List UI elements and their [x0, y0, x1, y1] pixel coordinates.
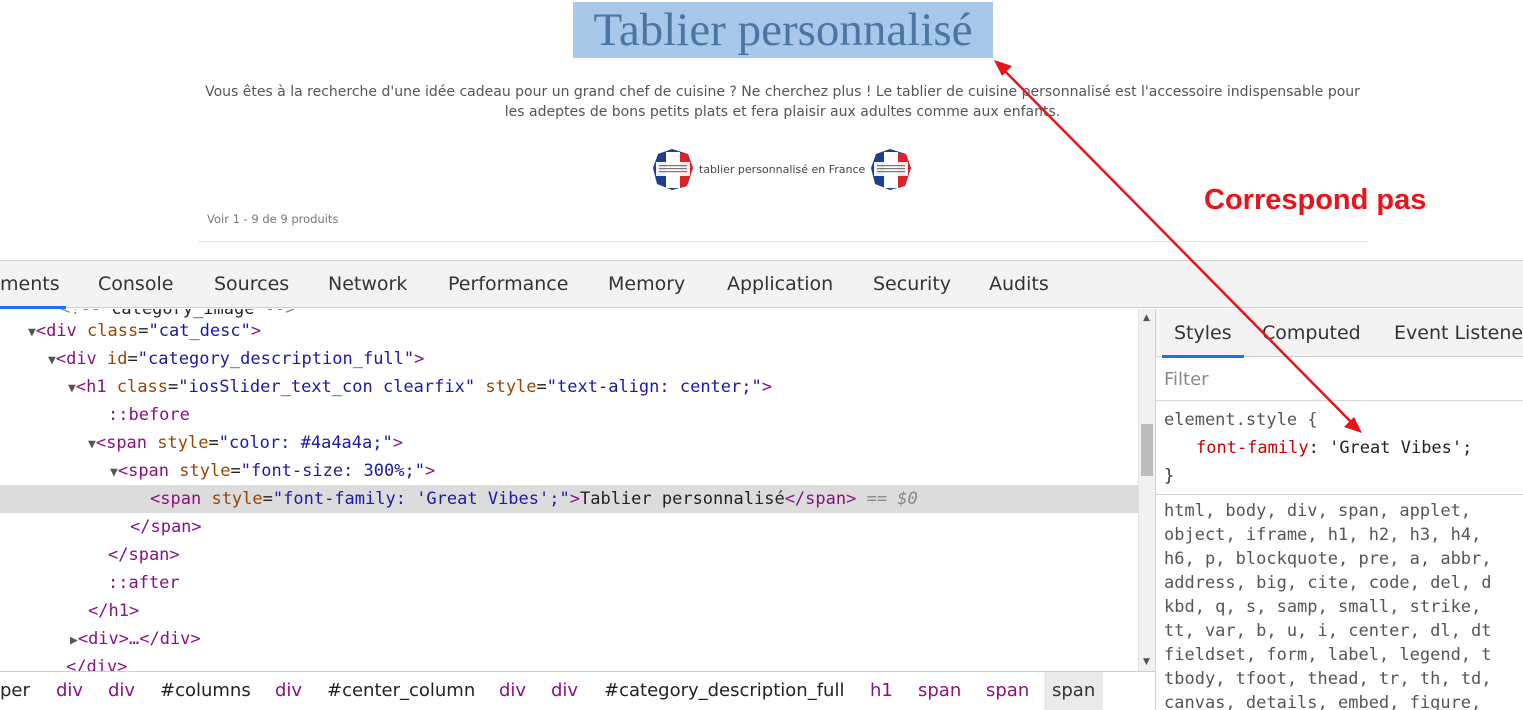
breadcrumb-item[interactable]: span — [986, 672, 1029, 710]
tab-sources[interactable]: Sources — [214, 261, 289, 308]
breadcrumb-item-active[interactable]: span — [1044, 672, 1104, 710]
collapse-triangle-icon[interactable]: ▶ — [70, 633, 78, 648]
selector-line: address, big, cite, code, del, d — [1164, 573, 1492, 593]
divider — [198, 241, 1368, 242]
dom-line-after[interactable]: ::after — [0, 569, 1138, 597]
rule-selector: element.style { — [1164, 410, 1318, 430]
scroll-up-icon[interactable]: ▲ — [1143, 313, 1150, 323]
breadcrumb-item[interactable]: #category_description_full — [604, 672, 844, 710]
devtools-panel: ments Console Sources Network Performanc… — [0, 260, 1523, 710]
selector-line: h6, p, blockquote, pre, a, abbr, — [1164, 549, 1492, 569]
tab-computed[interactable]: Computed — [1262, 309, 1361, 357]
selector-line: object, iframe, h1, h2, h3, h4, — [1164, 525, 1482, 545]
selector-line: kbd, q, s, samp, small, strike, — [1164, 597, 1482, 617]
breadcrumb-item[interactable]: div — [551, 672, 578, 710]
expand-triangle-icon[interactable]: ▼ — [110, 465, 118, 480]
breadcrumb-item[interactable]: h1 — [870, 672, 893, 710]
tab-network[interactable]: Network — [328, 261, 407, 308]
dom-line-h1[interactable]: ▼<h1 class="iosSlider_text_con clearfix"… — [0, 373, 1138, 401]
breadcrumb-item[interactable]: div — [275, 672, 302, 710]
tab-elements[interactable]: ments — [0, 261, 66, 309]
dom-line-category-description[interactable]: ▼<div id="category_description_full"> — [0, 345, 1138, 373]
breadcrumb-item[interactable]: #center_column — [327, 672, 475, 710]
page-title[interactable]: Tablier personnalisé — [573, 2, 993, 58]
rule-close: } — [1164, 466, 1175, 486]
tab-performance[interactable]: Performance — [448, 261, 568, 308]
france-map-icon — [871, 149, 912, 190]
france-map-icon — [653, 149, 693, 190]
selector-line: html, body, div, span, applet, — [1164, 501, 1472, 521]
devtools-tab-bar: ments Console Sources Network Performanc… — [0, 261, 1523, 309]
expand-triangle-icon[interactable]: ▼ — [88, 437, 96, 452]
tab-security[interactable]: Security — [873, 261, 951, 308]
dom-line-span-fontsize[interactable]: ▼<span style="font-size: 300%;"> — [0, 457, 1138, 485]
breadcrumb-item[interactable]: #columns — [160, 672, 251, 710]
dom-line-collapsed-div[interactable]: ▶<div>…</div> — [0, 625, 1138, 653]
tab-application[interactable]: Application — [727, 261, 833, 308]
reset-selector-list: html, body, div, span, applet, object, i… — [1164, 499, 1523, 710]
styles-tab-bar: Styles Computed Event Listeners — [1156, 309, 1523, 358]
product-count: Voir 1 - 9 de 9 produits — [207, 212, 339, 226]
elements-tree[interactable]: <!-- category_image --> ▼<div class="cat… — [0, 309, 1138, 671]
dom-line-selected-span[interactable]: <span style="font-family: 'Great Vibes';… — [0, 485, 1138, 513]
category-description: Vous êtes à la recherche d'une idée cade… — [205, 84, 1360, 120]
selector-line: tbody, tfoot, thead, tr, th, td, — [1164, 669, 1492, 689]
tab-styles[interactable]: Styles — [1162, 309, 1244, 358]
filter-input[interactable] — [1164, 365, 1519, 393]
elements-scrollbar[interactable]: ▲ ▼ — [1138, 309, 1155, 671]
tab-event-listeners[interactable]: Event Listeners — [1394, 309, 1523, 357]
france-badge-row: tablier personnalisé en France — [650, 146, 914, 192]
breadcrumb-item[interactable]: div — [499, 672, 526, 710]
breadcrumb-item[interactable]: per — [0, 672, 30, 710]
style-declaration[interactable]: font-family: 'Great Vibes'; — [1196, 434, 1472, 462]
filter-row — [1156, 357, 1523, 401]
scroll-thumb[interactable] — [1141, 424, 1153, 476]
dom-line-close-span[interactable]: </span> — [0, 541, 1138, 569]
styles-pane: Styles Computed Event Listeners element.… — [1155, 309, 1523, 710]
expand-triangle-icon[interactable]: ▼ — [28, 325, 36, 340]
dom-line-close-h1[interactable]: </h1> — [0, 597, 1138, 625]
dom-line-close-div[interactable]: </div> — [0, 653, 1138, 671]
dom-line-cat-desc[interactable]: ▼<div class="cat_desc"> — [0, 317, 1138, 345]
dom-line-close-span[interactable]: </span> — [0, 513, 1138, 541]
tab-memory[interactable]: Memory — [608, 261, 685, 308]
breadcrumb-item[interactable]: div — [108, 672, 135, 710]
breadcrumb-item[interactable]: div — [56, 672, 83, 710]
scroll-down-icon[interactable]: ▼ — [1143, 657, 1150, 667]
element-style-rule[interactable]: element.style { font-family: 'Great Vibe… — [1156, 402, 1523, 495]
tab-console[interactable]: Console — [98, 261, 173, 308]
selector-line: tt, var, b, u, i, center, dl, dt — [1164, 621, 1492, 641]
expand-triangle-icon[interactable]: ▼ — [48, 353, 56, 368]
selector-line: canvas, details, embed, figure, — [1164, 693, 1482, 710]
dom-line-before[interactable]: ::before — [0, 401, 1138, 429]
tab-audits[interactable]: Audits — [989, 261, 1049, 308]
breadcrumb-item[interactable]: span — [918, 672, 961, 710]
page-preview: Tablier personnalisé Vous êtes à la rech… — [0, 0, 1523, 260]
selector-line: fieldset, form, label, legend, t — [1164, 645, 1492, 665]
dom-line-span-color[interactable]: ▼<span style="color: #4a4a4a;"> — [0, 429, 1138, 457]
breadcrumb: per div div #columns div #center_column … — [0, 671, 1155, 710]
france-label: tablier personnalisé en France — [699, 162, 866, 176]
expand-triangle-icon[interactable]: ▼ — [68, 381, 76, 396]
annotation-label: Correspond pas — [1204, 184, 1427, 216]
